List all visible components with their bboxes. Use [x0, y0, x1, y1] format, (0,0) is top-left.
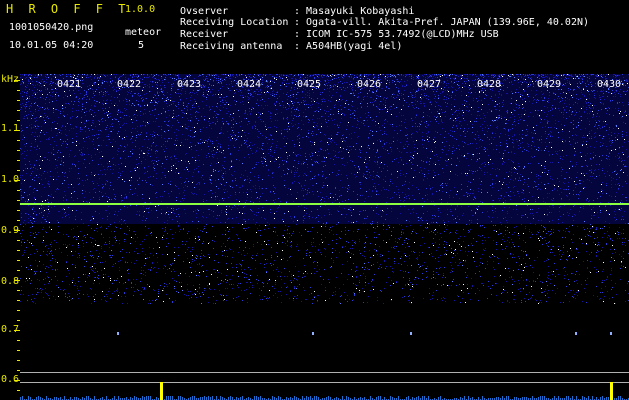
y-tick-label: 1.1 [1, 123, 20, 134]
file-name: 1001050420.png [9, 22, 94, 33]
meteor-echo-mark [610, 332, 612, 335]
time-label: 0424 [237, 79, 262, 90]
info-value-receiver: : ICOM IC-575 53.7492(@LCD)MHz USB [294, 29, 499, 40]
meteor-echo-mark [312, 332, 314, 335]
info-label-receiver: Receiver [180, 29, 229, 40]
time-label: 0429 [537, 79, 562, 90]
info-label-antenna: Receiving antenna [180, 41, 283, 52]
y-tick-label: 0.9 [1, 225, 20, 236]
meteor-spike [610, 382, 613, 400]
reference-line [20, 372, 629, 373]
carrier-line [20, 203, 629, 205]
meteor-count: 5 [138, 40, 145, 51]
time-label: 0427 [417, 79, 442, 90]
spectrogram-canvas [20, 74, 629, 400]
info-label-location: Receiving Location [180, 17, 289, 28]
time-label: 0426 [357, 79, 382, 90]
header-panel: H R O F F T 1.0.0 1001050420.png meteor … [0, 0, 629, 74]
meteor-label: meteor [125, 27, 162, 38]
info-label-observer: Ovserver [180, 6, 229, 17]
app-version: 1.0.0 [125, 4, 156, 15]
reference-line [20, 382, 629, 383]
y-tick-label: 0.8 [1, 276, 20, 287]
file-datetime: 10.01.05 04:20 [9, 40, 94, 51]
time-label: 0423 [177, 79, 202, 90]
meteor-echo-mark [410, 332, 412, 335]
meteor-echo-mark [575, 332, 577, 335]
app-title: H R O F F T [6, 2, 130, 16]
info-value-location: : Ogata-vill. Akita-Pref. JAPAN (139.96E… [294, 17, 590, 28]
time-label: 0422 [117, 79, 142, 90]
time-label: 0425 [297, 79, 322, 90]
time-label: 0421 [57, 79, 82, 90]
time-label: 0430 [597, 79, 622, 90]
info-value-observer: : Masayuki Kobayashi [294, 6, 415, 17]
spectrogram [20, 74, 629, 400]
meteor-spike [160, 382, 163, 400]
meteor-echo-mark [117, 332, 119, 335]
time-label: 0428 [477, 79, 502, 90]
info-value-antenna: : A504HB(yagi 4el) [294, 41, 403, 52]
